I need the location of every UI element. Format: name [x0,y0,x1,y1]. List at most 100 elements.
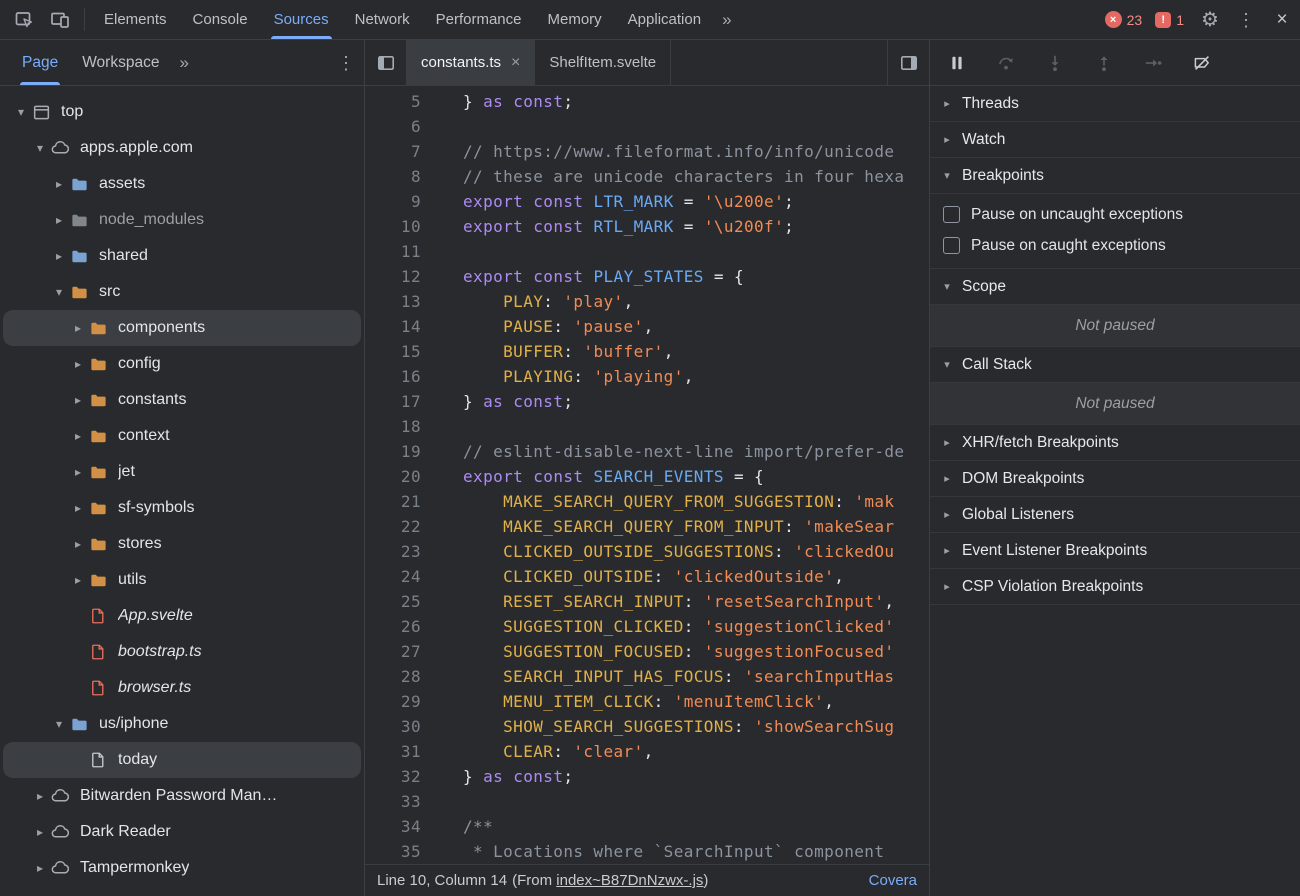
tab-workspace[interactable]: Workspace [70,40,171,85]
checkbox-row-pause-on-uncaught-exceptions[interactable]: Pause on uncaught exceptions [930,199,1300,230]
chevron-right-icon[interactable]: ▸ [68,465,88,479]
line-number[interactable]: 26 [365,614,439,639]
tree-item-stores[interactable]: ▸stores [3,526,361,562]
line-number[interactable]: 28 [365,664,439,689]
tree-item-app-svelte[interactable]: App.svelte [3,598,361,634]
tree-item-shared[interactable]: ▸shared [3,238,361,274]
step-over-button[interactable] [995,52,1017,74]
line-number[interactable]: 23 [365,539,439,564]
tree-item-bitwarden-password-man[interactable]: ▸Bitwarden Password Man… [3,778,361,814]
line-number[interactable]: 31 [365,739,439,764]
chevron-right-icon[interactable]: ▸ [68,321,88,335]
section-header-breakpoints[interactable]: ▾Breakpoints [930,158,1300,194]
line-number[interactable]: 19 [365,439,439,464]
tree-item-today[interactable]: today [3,742,361,778]
chevron-right-icon[interactable]: ▸ [49,249,69,263]
tab-application[interactable]: Application [615,0,714,39]
tab-network[interactable]: Network [342,0,423,39]
chevron-right-icon[interactable]: ▸ [49,177,69,191]
tab-console[interactable]: Console [180,0,261,39]
section-header-event-listener-breakpoints[interactable]: ▸Event Listener Breakpoints [930,533,1300,569]
line-number[interactable]: 20 [365,464,439,489]
line-number[interactable]: 34 [365,814,439,839]
line-number[interactable]: 13 [365,289,439,314]
chevron-down-icon[interactable]: ▾ [49,717,69,731]
toggle-navigator-button[interactable] [365,40,407,85]
chevron-right-icon[interactable]: ▸ [68,573,88,587]
line-number[interactable]: 32 [365,764,439,789]
code-editor[interactable]: 5} as const;67// https://www.fileformat.… [365,86,929,864]
tree-item-us-iphone[interactable]: ▾us/iphone [3,706,361,742]
customize-devtools-button[interactable]: ⋮ [1228,0,1264,39]
tab-sources[interactable]: Sources [261,0,342,39]
line-number[interactable]: 7 [365,139,439,164]
chevron-right-icon[interactable]: ▸ [30,789,50,803]
tab-performance[interactable]: Performance [423,0,535,39]
line-number[interactable]: 21 [365,489,439,514]
tree-item-top[interactable]: ▾top [3,94,361,130]
line-number[interactable]: 8 [365,164,439,189]
section-header-threads[interactable]: ▸Threads [930,86,1300,122]
checkbox[interactable] [943,206,960,223]
tree-item-context[interactable]: ▸context [3,418,361,454]
chevron-right-icon[interactable]: ▸ [68,429,88,443]
line-number[interactable]: 14 [365,314,439,339]
pause-button[interactable] [946,52,968,74]
line-number[interactable]: 29 [365,689,439,714]
chevron-right-icon[interactable]: ▸ [68,501,88,515]
section-header-dom-breakpoints[interactable]: ▸DOM Breakpoints [930,461,1300,497]
checkbox-row-pause-on-caught-exceptions[interactable]: Pause on caught exceptions [930,230,1300,261]
line-number[interactable]: 5 [365,89,439,114]
navigator-more-options-button[interactable]: ⋮ [328,40,364,85]
console-summary[interactable]: × 23 ! 1 [1097,0,1192,39]
tree-item-bootstrap-ts[interactable]: bootstrap.ts [3,634,361,670]
line-number[interactable]: 6 [365,114,439,139]
line-number[interactable]: 22 [365,514,439,539]
tree-item-utils[interactable]: ▸utils [3,562,361,598]
chevron-down-icon[interactable]: ▾ [30,141,50,155]
tree-item-node-modules[interactable]: ▸node_modules [3,202,361,238]
line-number[interactable]: 35 [365,839,439,864]
tree-item-components[interactable]: ▸components [3,310,361,346]
tree-item-config[interactable]: ▸config [3,346,361,382]
chevron-right-icon[interactable]: ▸ [68,357,88,371]
line-number[interactable]: 33 [365,789,439,814]
line-number[interactable]: 30 [365,714,439,739]
tab-page[interactable]: Page [10,40,70,85]
line-number[interactable]: 24 [365,564,439,589]
close-tab-icon[interactable]: × [511,55,520,71]
chevron-right-icon[interactable]: ▸ [49,213,69,227]
tree-item-constants[interactable]: ▸constants [3,382,361,418]
chevron-right-icon[interactable]: ▸ [68,537,88,551]
tree-item-tampermonkey[interactable]: ▸Tampermonkey [3,850,361,886]
tree-item-browser-ts[interactable]: browser.ts [3,670,361,706]
chevron-right-icon[interactable]: ▸ [30,861,50,875]
editor-tab-shelfitem-svelte[interactable]: ShelfItem.svelte [535,40,671,85]
line-number[interactable]: 27 [365,639,439,664]
section-header-call-stack[interactable]: ▾Call Stack [930,347,1300,383]
tab-elements[interactable]: Elements [91,0,180,39]
tree-item-jet[interactable]: ▸jet [3,454,361,490]
step-into-button[interactable] [1044,52,1066,74]
line-number[interactable]: 17 [365,389,439,414]
line-number[interactable]: 11 [365,239,439,264]
section-header-xhr-fetch-breakpoints[interactable]: ▸XHR/fetch Breakpoints [930,425,1300,461]
tree-item-apps-apple-com[interactable]: ▾apps.apple.com [3,130,361,166]
editor-tab-constants-ts[interactable]: constants.ts× [407,40,535,85]
section-header-watch[interactable]: ▸Watch [930,122,1300,158]
tab-memory[interactable]: Memory [535,0,615,39]
line-number[interactable]: 9 [365,189,439,214]
inspect-element-button[interactable] [6,0,42,39]
section-header-global-listeners[interactable]: ▸Global Listeners [930,497,1300,533]
tree-item-assets[interactable]: ▸assets [3,166,361,202]
settings-button[interactable]: ⚙ [1192,0,1228,39]
chevron-right-icon[interactable]: ▸ [30,825,50,839]
line-number[interactable]: 18 [365,414,439,439]
section-header-csp-violation-breakpoints[interactable]: ▸CSP Violation Breakpoints [930,569,1300,605]
line-number[interactable]: 25 [365,589,439,614]
step-out-button[interactable] [1093,52,1115,74]
tree-item-dark-reader[interactable]: ▸Dark Reader [3,814,361,850]
chevron-down-icon[interactable]: ▾ [11,105,31,119]
toggle-sources-sidebar-button[interactable] [887,40,929,85]
line-number[interactable]: 10 [365,214,439,239]
